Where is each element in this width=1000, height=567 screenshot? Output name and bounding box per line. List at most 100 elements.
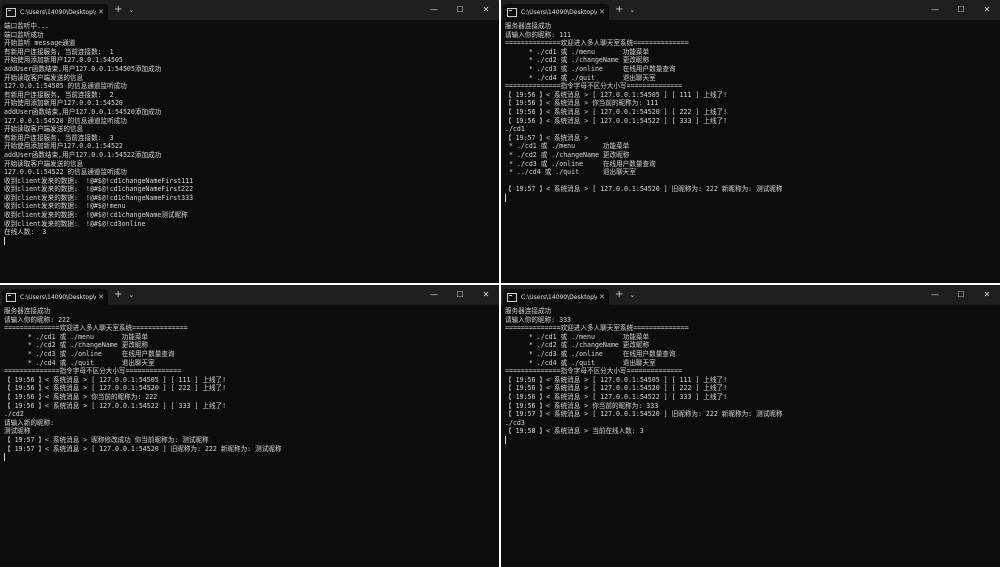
tab-close-icon[interactable]: ✕ <box>599 8 605 16</box>
title-bar[interactable]: C:\Users\14090\Desktop\serve ✕ + ⌄ — ☐ ✕ <box>0 0 499 20</box>
tab-close-icon[interactable]: ✕ <box>98 293 104 301</box>
terminal-tab[interactable]: C:\Users\14090\Desktop\clie ✕ <box>503 4 609 20</box>
close-button[interactable]: ✕ <box>974 0 1000 20</box>
terminal-line: 服务器连接成功 <box>505 307 552 315</box>
tab-dropdown-button[interactable]: ⌄ <box>629 6 635 14</box>
terminal-tab[interactable]: C:\Users\14090\Desktop\serve ✕ <box>2 4 108 20</box>
terminal-output[interactable]: 端口监听中... 端口监听成功 开始监听 message通道 有新用户连接服务, 当前… <box>0 20 499 245</box>
terminal-tab[interactable]: C:\Users\14090\Desktop\clie ✕ <box>2 289 108 305</box>
close-button[interactable]: ✕ <box>473 285 499 305</box>
terminal-icon <box>6 292 16 302</box>
terminal-line: 服务器连接成功 <box>4 307 51 315</box>
title-bar[interactable]: C:\Users\14090\Desktop\clie ✕ + ⌄ — ☐ ✕ <box>501 285 1000 305</box>
terminal-line: 开始使用添加新用户127.0.0.1:54505 <box>4 56 123 65</box>
tab-title: C:\Users\14090\Desktop\clie <box>521 293 597 301</box>
terminal-line: 收到client发来的数据: !@#$@!cd1changeNameFirst2… <box>4 185 194 194</box>
new-tab-button[interactable]: + <box>114 5 122 15</box>
terminal-line: 【 19:57 】< 系统消息 > [ 127.0.0.1:54520 ] 旧昵… <box>505 410 783 419</box>
terminal-line: ==============指令字母不区分大小写============== <box>505 367 683 376</box>
terminal-line: 【 19:56 】< 系统消息 > [ 127.0.0.1:54522 ] [ … <box>4 401 227 410</box>
terminal-line: 【 19:56 】< 系统消息 > [ 127.0.0.1:54522 ] [ … <box>505 392 728 401</box>
terminal-line: ==============欢迎进入多人聊天室系统============== <box>4 324 188 333</box>
terminal-line: 开始监听 message通道 <box>4 39 76 48</box>
terminal-line: 【 19:56 】< 系统消息 > [ 127.0.0.1:54520 ] [ … <box>4 384 227 393</box>
close-button[interactable]: ✕ <box>974 285 1000 305</box>
terminal-line: * ../cd4 或 ./quit 退出聊天室 <box>505 168 636 177</box>
tab-title: C:\Users\14090\Desktop\serve <box>20 8 96 16</box>
minimize-button[interactable]: — <box>421 285 447 305</box>
terminal-line: 收到client发来的数据: !@#$@!cd1changeNameFirst1… <box>4 176 194 185</box>
client-terminal-window-333[interactable]: C:\Users\14090\Desktop\clie ✕ + ⌄ — ☐ ✕ … <box>501 285 1000 567</box>
terminal-line: 【 19:57 】< 系统消息 > [ 127.0.0.1:54520 ] 旧昵… <box>505 185 783 194</box>
client-terminal-window-222[interactable]: C:\Users\14090\Desktop\clie ✕ + ⌄ — ☐ ✕ … <box>0 285 499 567</box>
maximize-button[interactable]: ☐ <box>948 0 974 20</box>
terminal-line: * ./cd4 或 ./quit 退出聊天室 <box>505 358 656 367</box>
terminal-line: 开始使用添加新用户127.0.0.1:54522 <box>4 142 123 151</box>
terminal-line: 收到client发来的数据: !@#$@!menu <box>4 202 126 211</box>
terminal-line: * ./cd2 或 ./changeName 更改昵称 <box>505 341 650 350</box>
terminal-line: * ./cd3 或 ./online 在线用户数量查询 <box>505 64 676 73</box>
terminal-line: addUser函数结束,用户127.0.0.1:54522添加成功 <box>4 150 162 159</box>
text-cursor <box>4 236 5 245</box>
terminal-output[interactable]: 服务器连接成功 请输入你的昵称: 222 ==============欢迎进入多人聊… <box>0 305 499 462</box>
terminal-line: 测试昵称 <box>4 427 31 436</box>
maximize-button[interactable]: ☐ <box>447 285 473 305</box>
minimize-button[interactable]: — <box>421 0 447 20</box>
terminal-line: 收到client发来的数据: !@#$@!cd1changeName测试昵称 <box>4 211 188 220</box>
text-cursor <box>4 453 5 462</box>
terminal-line: 端口监听中... <box>4 22 49 30</box>
terminal-line: ==============指令字母不区分大小写============== <box>4 367 182 376</box>
terminal-line: 服务器连接成功 <box>505 22 552 30</box>
terminal-line: * ./cd4 或 ./quit 退出聊天室 <box>505 73 656 82</box>
title-bar[interactable]: C:\Users\14090\Desktop\clie ✕ + ⌄ — ☐ ✕ <box>0 285 499 305</box>
tab-title: C:\Users\14090\Desktop\clie <box>20 293 96 301</box>
terminal-line: ./cd1 <box>505 125 525 134</box>
tab-close-icon[interactable]: ✕ <box>98 8 104 16</box>
maximize-button[interactable]: ☐ <box>447 0 473 20</box>
client-terminal-window-111[interactable]: C:\Users\14090\Desktop\clie ✕ + ⌄ — ☐ ✕ … <box>501 0 1000 283</box>
terminal-line: ==============指令字母不区分大小写============== <box>505 82 683 91</box>
title-bar[interactable]: C:\Users\14090\Desktop\clie ✕ + ⌄ — ☐ ✕ <box>501 0 1000 20</box>
terminal-line: 【 19:56 】< 系统消息 > [ 127.0.0.1:54520 ] [ … <box>505 107 728 116</box>
terminal-line: 在线人数: 3 <box>4 228 47 237</box>
server-terminal-window[interactable]: C:\Users\14090\Desktop\serve ✕ + ⌄ — ☐ ✕… <box>0 0 499 283</box>
terminal-line: 【 19:56 】< 系统消息 > [ 127.0.0.1:54522 ] [ … <box>505 116 728 125</box>
terminal-tab[interactable]: C:\Users\14090\Desktop\clie ✕ <box>503 289 609 305</box>
terminal-line: 127.0.0.1:54505 的信息通道监听成功 <box>4 82 127 91</box>
tab-dropdown-button[interactable]: ⌄ <box>629 291 635 299</box>
terminal-line: 【 19:56 】< 系统消息 > [ 127.0.0.1:54520 ] [ … <box>505 384 728 393</box>
new-tab-button[interactable]: + <box>615 5 623 15</box>
text-cursor <box>505 435 506 444</box>
terminal-line: 开始读取客户端发送的信息 <box>4 73 84 82</box>
terminal-line: 请输入你的昵称: 333 <box>505 315 572 324</box>
terminal-line: 请输入你的昵称: 222 <box>4 315 71 324</box>
terminal-line: 开始使用添加新用户127.0.0.1:54520 <box>4 99 123 108</box>
close-button[interactable]: ✕ <box>473 0 499 20</box>
terminal-line: 端口监听成功 <box>4 30 44 39</box>
cursor-line <box>4 236 495 246</box>
terminal-line: 【 19:57 】< 系统消息 > 昵称修改成功 你当前昵称为: 测试昵称 <box>4 435 209 444</box>
minimize-button[interactable]: — <box>922 285 948 305</box>
terminal-line: 【 19:56 】< 系统消息 > 你当前的昵称为: 111 <box>505 99 659 108</box>
tab-title: C:\Users\14090\Desktop\clie <box>521 8 597 16</box>
terminal-line: * ./cd4 或 ./quit 退出聊天室 <box>4 358 155 367</box>
terminal-line: 开始读取客户端发送的信息 <box>4 159 84 168</box>
terminal-line: 请输入你的昵称: 111 <box>505 30 572 39</box>
terminal-output[interactable]: 服务器连接成功 请输入你的昵称: 111 ==============欢迎进入多人聊… <box>501 20 1000 202</box>
terminal-line: * ./cd1 或 ./menu 功能菜单 <box>505 142 630 151</box>
terminal-output[interactable]: 服务器连接成功 请输入你的昵称: 333 ==============欢迎进入多人聊… <box>501 305 1000 445</box>
tab-close-icon[interactable]: ✕ <box>599 293 605 301</box>
terminal-line: ==============欢迎进入多人聊天室系统============== <box>505 39 689 48</box>
tab-dropdown-button[interactable]: ⌄ <box>128 291 134 299</box>
terminal-line: ./cd2 <box>4 410 24 419</box>
terminal-line: * ./cd3 或 ./online 在线用户数量查询 <box>505 159 656 168</box>
terminal-line: 开始读取客户端发送的信息 <box>4 125 84 134</box>
new-tab-button[interactable]: + <box>615 290 623 300</box>
terminal-line: 127.0.0.1:54522 的信息通道监听成功 <box>4 168 127 177</box>
text-cursor <box>505 193 506 202</box>
maximize-button[interactable]: ☐ <box>948 285 974 305</box>
tab-dropdown-button[interactable]: ⌄ <box>128 6 134 14</box>
minimize-button[interactable]: — <box>922 0 948 20</box>
terminal-line: 【 19:58 】< 系统消息 > 当前在线人数: 3 <box>505 427 644 436</box>
new-tab-button[interactable]: + <box>114 290 122 300</box>
